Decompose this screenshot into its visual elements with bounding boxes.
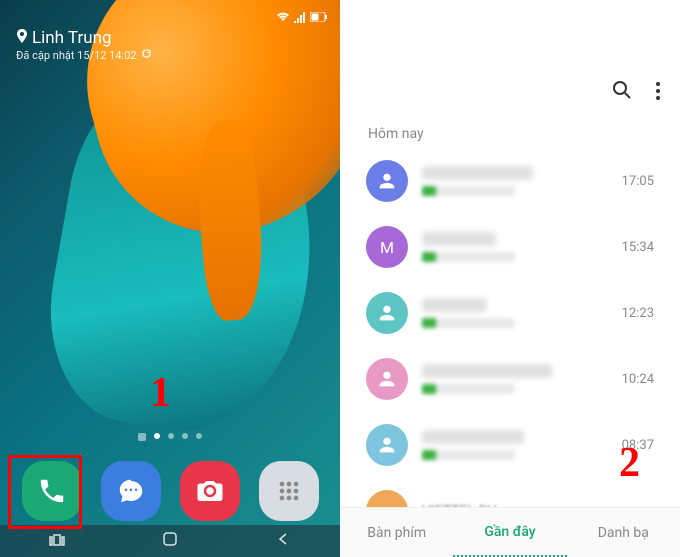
call-time: 17:05 <box>622 174 654 189</box>
more-icon[interactable] <box>656 82 660 104</box>
home-screen: Linh Trung Đã cập nhật 15/12 14:02 1 <box>0 0 340 557</box>
call-info: VIETTEL DV <box>422 503 654 507</box>
page-dot[interactable] <box>182 433 188 439</box>
avatar <box>366 358 408 400</box>
avatar <box>366 292 408 334</box>
refresh-icon[interactable] <box>141 48 152 62</box>
top-bar <box>340 0 680 120</box>
highlight-box-1 <box>8 455 82 529</box>
navigation-bar <box>0 525 340 557</box>
camera-app-icon[interactable] <box>180 461 240 521</box>
annotation-1: 1 <box>150 369 171 417</box>
call-item[interactable]: 17:05 <box>346 148 674 214</box>
call-time: 10:24 <box>622 372 654 387</box>
status-bar <box>0 8 340 28</box>
tab-recent[interactable]: Gần đây <box>453 508 566 557</box>
location-updated: Đã cập nhật 15/12 14:02 <box>16 49 137 62</box>
location-pin-icon <box>16 28 28 48</box>
call-info <box>422 298 608 328</box>
apps-drawer-icon[interactable] <box>259 461 319 521</box>
home-button[interactable] <box>150 531 190 551</box>
call-log-screen: Hôm nay 17:05 M 15:34 <box>340 0 680 557</box>
location-name: Linh Trung <box>32 28 112 48</box>
call-info <box>422 166 608 196</box>
weather-widget[interactable]: Linh Trung Đã cập nhật 15/12 14:02 <box>16 28 152 62</box>
messages-app-icon[interactable] <box>101 461 161 521</box>
page-indicator[interactable] <box>0 433 340 441</box>
page-dot[interactable] <box>168 433 174 439</box>
bottom-tabs: Bàn phím Gần đây Danh bạ <box>340 507 680 557</box>
back-button[interactable] <box>263 532 303 550</box>
call-time: 15:34 <box>622 240 654 255</box>
wifi-icon <box>276 11 290 26</box>
call-time: 12:23 <box>622 306 654 321</box>
call-info <box>422 232 608 262</box>
avatar <box>366 490 408 507</box>
tab-keypad[interactable]: Bàn phím <box>340 508 453 557</box>
avatar <box>366 160 408 202</box>
tab-contacts[interactable]: Danh bạ <box>567 508 680 557</box>
page-dot[interactable] <box>154 433 160 439</box>
call-item[interactable]: 10:24 <box>346 346 674 412</box>
home-page-dot[interactable] <box>138 433 146 441</box>
search-icon[interactable] <box>612 80 632 104</box>
call-item[interactable]: 12:23 <box>346 280 674 346</box>
call-item[interactable]: M 15:34 <box>346 214 674 280</box>
call-info <box>422 430 608 460</box>
avatar <box>366 424 408 466</box>
recents-button[interactable] <box>37 531 77 551</box>
signal-icon <box>294 11 306 26</box>
annotation-2: 2 <box>619 439 640 487</box>
avatar: M <box>366 226 408 268</box>
section-today: Hôm nay <box>340 120 680 148</box>
battery-icon <box>310 11 328 25</box>
page-dot[interactable] <box>196 433 202 439</box>
call-info <box>422 364 608 394</box>
